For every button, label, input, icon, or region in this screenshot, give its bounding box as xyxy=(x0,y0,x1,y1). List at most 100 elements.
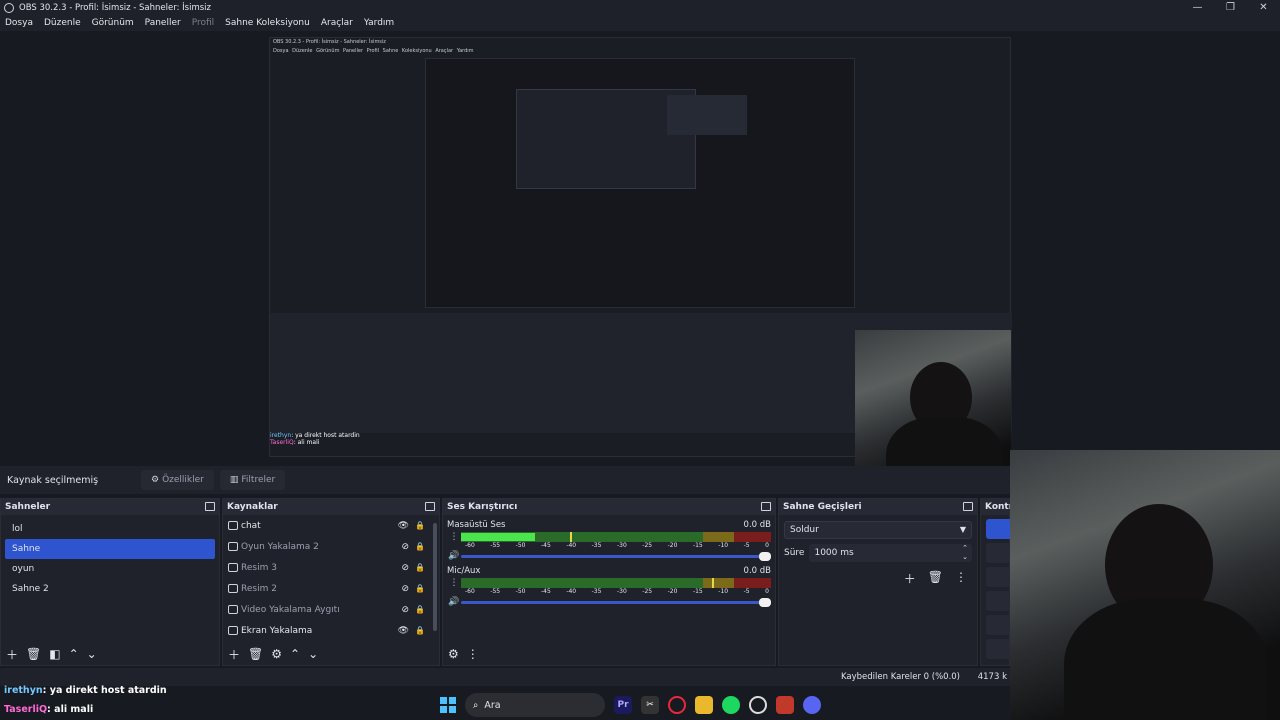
spotify-icon[interactable] xyxy=(722,696,740,714)
filter-icon[interactable]: ◧ xyxy=(49,647,60,661)
volume-slider[interactable] xyxy=(461,551,771,561)
tick-label: -60 xyxy=(465,588,475,595)
volume-slider[interactable] xyxy=(461,597,771,607)
kebab-icon[interactable]: ⋮ xyxy=(447,578,461,588)
menu-view[interactable]: Görünüm xyxy=(92,18,134,28)
lock-icon[interactable]: 🔒 xyxy=(415,605,425,614)
obs-icon xyxy=(4,2,14,13)
maximize-button[interactable]: ❐ xyxy=(1214,0,1247,15)
source-item[interactable]: Resim 2 ⊘ 🔒 xyxy=(223,578,439,599)
gear-icon[interactable]: ⚙ xyxy=(271,647,282,661)
properties-button[interactable]: ⚙ Özellikler xyxy=(141,470,214,490)
kebab-icon[interactable]: ⋮ xyxy=(955,570,967,587)
scene-item[interactable]: Sahne 2 xyxy=(5,579,215,599)
volume-meter xyxy=(461,532,771,542)
folder-icon[interactable] xyxy=(695,696,713,714)
close-button[interactable]: ✕ xyxy=(1247,0,1280,15)
source-item[interactable]: chat 👁 🔒 xyxy=(223,515,439,536)
undock-icon[interactable] xyxy=(425,502,435,511)
kebab-icon[interactable]: ⋮ xyxy=(447,532,461,542)
source-item[interactable]: Video Yakalama Aygıtı ⊘ 🔒 xyxy=(223,599,439,620)
menu-file[interactable]: Dosya xyxy=(5,18,33,28)
preview-canvas[interactable]: OBS 30.2.3 - Profil: İsimsiz - Sahneler:… xyxy=(0,31,1280,488)
menu-help[interactable]: Yardım xyxy=(364,18,394,28)
lock-icon[interactable]: 🔒 xyxy=(415,626,425,635)
menu-tools[interactable]: Araçlar xyxy=(321,18,353,28)
source-item[interactable]: Oyun Yakalama 2 ⊘ 🔒 xyxy=(223,536,439,557)
undock-icon[interactable] xyxy=(761,502,771,511)
source-item[interactable]: Ekran Yakalama 👁 🔒 xyxy=(223,620,439,641)
add-icon[interactable]: ＋ xyxy=(904,570,916,587)
eye-off-icon[interactable]: ⊘ xyxy=(401,584,409,594)
eye-off-icon[interactable]: ⊘ xyxy=(401,563,409,573)
filters-button[interactable]: ▥ Filtreler xyxy=(219,470,286,490)
image-icon xyxy=(228,584,238,593)
sources-dock: Kaynaklar chat 👁 🔒 Oyun Yakalama 2 ⊘ 🔒 Resim… xyxy=(222,498,440,666)
duration-row: Süre 1000 ms ⌃ ⌄ xyxy=(784,544,972,562)
app-icon[interactable] xyxy=(776,696,794,714)
trash-icon[interactable]: 🗑 xyxy=(26,647,41,661)
meter-ticks: -60 -55 -50 -45 -40 -35 -30 -25 -20 -15 -10 -5 0 xyxy=(465,588,769,595)
eye-off-icon[interactable]: ⊘ xyxy=(401,605,409,615)
trash-icon[interactable]: 🗑 xyxy=(248,647,263,661)
spinner-icon[interactable]: ⌃ ⌄ xyxy=(962,544,968,562)
lock-icon[interactable]: 🔒 xyxy=(415,563,425,572)
scene-item[interactable]: oyun xyxy=(5,559,215,579)
tick-label: -10 xyxy=(718,588,729,595)
gear-icon[interactable]: ⚙ xyxy=(448,647,459,661)
dropped-frames: Kaybedilen Kareler 0 (%0.0) xyxy=(840,672,960,682)
lock-icon[interactable]: 🔒 xyxy=(415,521,425,530)
meter-ticks: -60 -55 -50 -45 -40 -35 -30 -25 -20 -15 -10 -5 0 xyxy=(465,542,769,549)
taskbar-search[interactable]: ⌕ Ara xyxy=(465,693,605,717)
speaker-icon[interactable]: 🔊 xyxy=(447,597,461,607)
transition-select[interactable]: Soldur ▼ xyxy=(784,521,972,539)
source-item[interactable]: Resim 3 ⊘ 🔒 xyxy=(223,557,439,578)
sources-scrollbar[interactable] xyxy=(433,523,437,631)
tick-label: -25 xyxy=(642,542,653,549)
chat-line: TaserliQ: ali mali xyxy=(4,704,94,715)
lock-icon[interactable]: 🔒 xyxy=(415,584,425,593)
eye-off-icon[interactable]: ⊘ xyxy=(401,542,409,552)
eye-icon[interactable]: 👁 xyxy=(398,626,409,636)
discord-icon[interactable] xyxy=(803,696,821,714)
audio-mixer-dock: Ses Karıştırıcı Masaüstü Ses 0.0 dB ⋮ -60… xyxy=(442,498,776,666)
taskbar: ⌕ Ara Pr ✂ xyxy=(440,690,860,720)
undock-icon[interactable] xyxy=(963,502,973,511)
up-icon[interactable]: ⌃ xyxy=(69,647,79,661)
add-icon[interactable]: ＋ xyxy=(6,646,18,663)
premiere-icon[interactable]: Pr xyxy=(614,696,632,714)
speaker-icon[interactable]: 🔊 xyxy=(447,551,461,561)
lock-icon[interactable]: 🔒 xyxy=(415,542,425,551)
nested-inner-capture-2 xyxy=(516,89,747,189)
menu-edit[interactable]: Düzenle xyxy=(44,18,81,28)
mixer-channel: Mic/Aux 0.0 dB ⋮ -60 -55 -50 -45 -40 -35 -30 -25… xyxy=(443,566,775,607)
eye-icon[interactable]: 👁 xyxy=(398,521,409,531)
windows-start-icon[interactable] xyxy=(440,697,456,713)
scene-item[interactable]: Sahne xyxy=(5,539,215,559)
down-icon[interactable]: ⌄ xyxy=(308,647,318,661)
opera-icon[interactable] xyxy=(668,696,686,714)
window-controls: — ❐ ✕ xyxy=(1181,0,1280,15)
chat-line: irethyn: ya direkt host atardin xyxy=(4,685,167,696)
tick-label: -15 xyxy=(692,588,703,595)
up-icon[interactable]: ⌃ xyxy=(290,647,300,661)
tick-label: -55 xyxy=(490,542,501,549)
tick-label: -20 xyxy=(667,542,678,549)
tick-label: -5 xyxy=(743,542,750,549)
menu-profile[interactable]: Profil xyxy=(192,18,214,28)
scene-item[interactable]: lol xyxy=(5,519,215,539)
trash-icon[interactable]: 🗑 xyxy=(928,570,943,587)
minimize-button[interactable]: — xyxy=(1181,0,1214,15)
capcut-icon[interactable]: ✂ xyxy=(641,696,659,714)
tick-label: -40 xyxy=(566,542,577,549)
down-icon[interactable]: ⌄ xyxy=(87,647,97,661)
menu-scene-collection[interactable]: Sahne Koleksiyonu xyxy=(225,18,310,28)
duration-field[interactable]: 1000 ms ⌃ ⌄ xyxy=(809,544,972,562)
obs-taskbar-icon[interactable] xyxy=(749,696,767,714)
tick-label: -35 xyxy=(591,588,602,595)
kebab-icon[interactable]: ⋮ xyxy=(467,647,479,661)
add-icon[interactable]: ＋ xyxy=(228,646,240,663)
undock-icon[interactable] xyxy=(205,502,215,511)
gear-icon: ⚙ xyxy=(151,475,160,485)
menu-docks[interactable]: Paneller xyxy=(145,18,181,28)
